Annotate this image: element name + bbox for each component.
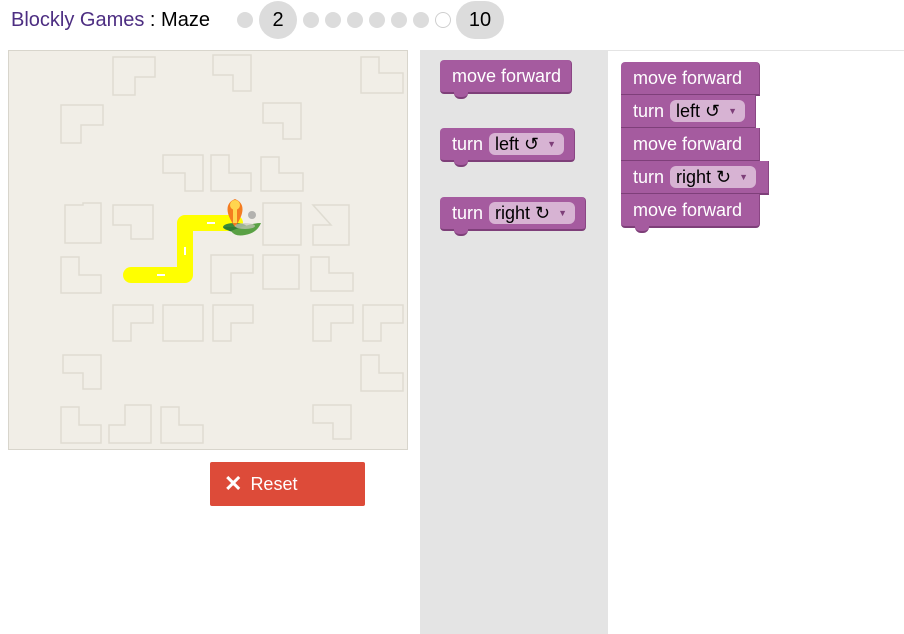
block-notch	[454, 158, 468, 167]
level-selector: 2 10	[234, 1, 504, 39]
block-label: turn	[633, 166, 665, 187]
block-toolbox: move forward turn left ↺ ▼ turn right ↻ ▼	[420, 50, 608, 634]
game-name: Maze	[161, 9, 210, 31]
direction-dropdown[interactable]: left ↺ ▼	[670, 100, 746, 122]
dropdown-value: left ↺	[676, 100, 721, 121]
level-3-dot[interactable]	[303, 12, 319, 28]
dropdown-value: right ↻	[676, 166, 732, 187]
maze-path	[123, 215, 243, 283]
block-label: turn	[452, 133, 484, 154]
program-move-forward-block[interactable]: move forward	[621, 128, 760, 162]
block-label: move forward	[633, 133, 743, 154]
title-separator: :	[144, 9, 162, 31]
program-move-forward-block[interactable]: move forward	[621, 194, 760, 233]
direction-dropdown[interactable]: right ↻ ▼	[670, 166, 757, 188]
current-level[interactable]: 2	[259, 1, 297, 39]
dropdown-arrow-icon: ▼	[547, 139, 557, 149]
level-7-dot[interactable]	[391, 12, 407, 28]
program-turn-right-block[interactable]: turn right ↻ ▼	[621, 161, 769, 195]
program-move-forward-block[interactable]: move forward	[621, 62, 760, 96]
direction-dropdown[interactable]: left ↺ ▼	[489, 133, 565, 155]
level-5-dot[interactable]	[347, 12, 363, 28]
block-notch	[454, 227, 468, 236]
dropdown-value: left ↺	[495, 133, 540, 154]
block-notch	[454, 90, 468, 99]
dropdown-value: right ↻	[495, 202, 551, 223]
level-8-dot[interactable]	[413, 12, 429, 28]
block-label: turn	[452, 202, 484, 223]
level-6-dot[interactable]	[369, 12, 385, 28]
maze-board	[8, 50, 408, 450]
dropdown-arrow-icon: ▼	[728, 106, 738, 116]
last-level[interactable]: 10	[456, 1, 504, 39]
header: Blockly Games : Maze 2 10	[0, 0, 904, 40]
toolbox-move-forward-block[interactable]: move forward	[440, 60, 573, 99]
block-label: turn	[633, 100, 665, 121]
dropdown-arrow-icon: ▼	[558, 208, 568, 218]
toolbox-turn-right-block[interactable]: turn right ↻ ▼	[440, 197, 587, 236]
maze-wall-tiles	[60, 54, 404, 444]
reset-label: Reset	[250, 473, 298, 494]
level-1-dot[interactable]	[237, 12, 253, 28]
close-icon: ✕	[224, 471, 243, 496]
app-name-link[interactable]: Blockly Games	[11, 9, 144, 31]
level-9-dot[interactable]	[435, 12, 451, 28]
direction-dropdown[interactable]: right ↻ ▼	[489, 202, 576, 224]
app-title: Blockly Games : Maze	[11, 9, 210, 32]
maze-svg	[60, 54, 404, 444]
level-4-dot[interactable]	[325, 12, 341, 28]
dropdown-arrow-icon: ▼	[739, 172, 749, 182]
block-label: move forward	[633, 67, 743, 88]
reset-button[interactable]: ✕ Reset	[210, 462, 365, 506]
toolbox-turn-left-block[interactable]: turn left ↺ ▼	[440, 128, 576, 167]
block-label: move forward	[633, 199, 743, 220]
program-turn-left-block[interactable]: turn left ↺ ▼	[621, 95, 756, 129]
block-label: move forward	[452, 65, 562, 86]
